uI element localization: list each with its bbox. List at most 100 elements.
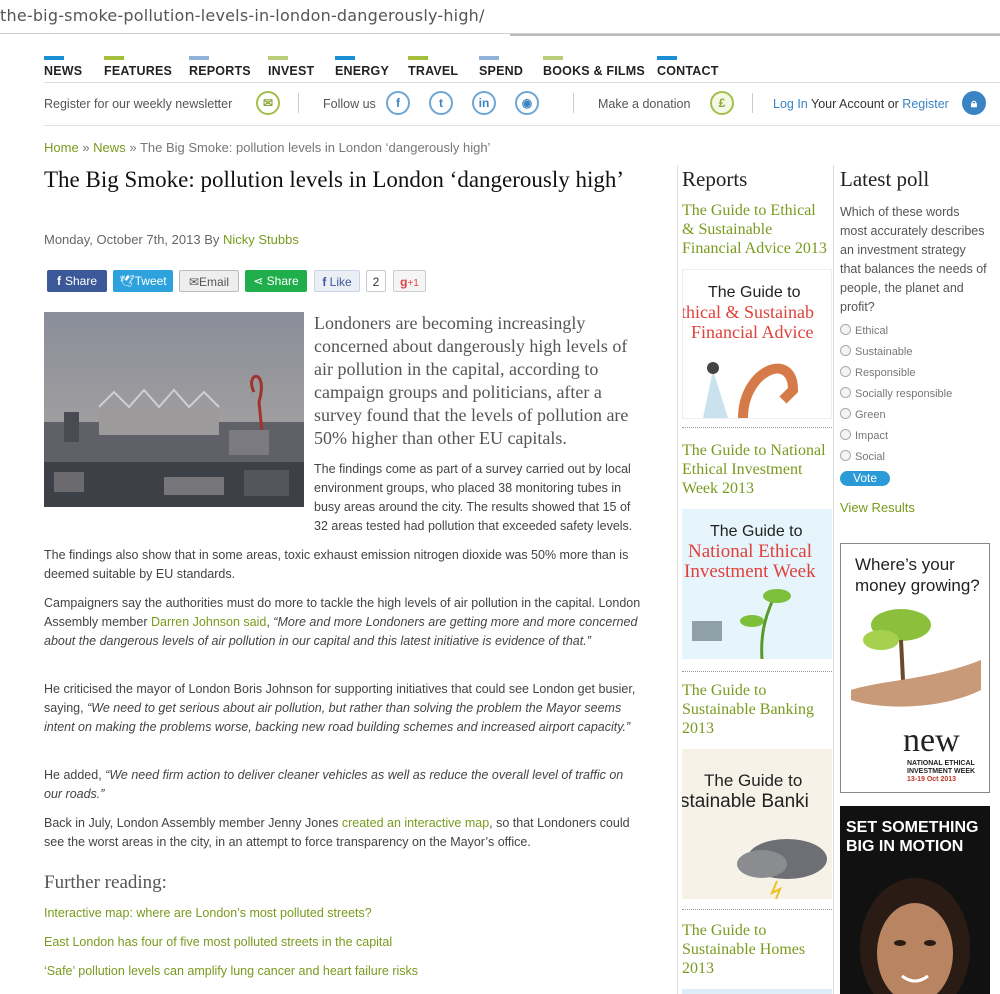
view-results-link[interactable]: View Results	[840, 500, 915, 515]
report-title-link[interactable]: The Guide to National Ethical Investment…	[682, 441, 832, 498]
cover-art	[737, 839, 827, 899]
divider	[682, 427, 832, 428]
article-paragraph-2: The findings also show that in some area…	[44, 548, 629, 581]
tree-in-hands-icon	[851, 609, 981, 707]
nav-bar	[408, 56, 428, 60]
nav-travel[interactable]: TRAVEL	[408, 56, 458, 78]
poll-option[interactable]: Sustainable	[840, 345, 913, 358]
ad-line: BIG IN MOTION	[846, 838, 964, 855]
cover-line: National Ethical	[688, 541, 812, 562]
option-label: Ethical	[855, 325, 889, 337]
nav-news[interactable]: NEWS	[44, 56, 82, 78]
share-button[interactable]: ⋖ Share	[245, 270, 307, 292]
article-paragraph-6: Back in July, London Assembly member Jen…	[44, 814, 644, 852]
tweet-button[interactable]: 🕊︎Tweet	[113, 270, 173, 292]
share-label: Share	[266, 274, 299, 288]
nav-bar	[268, 56, 288, 60]
breadcrumb-news[interactable]: News	[93, 140, 126, 155]
further-reading-link[interactable]: Interactive map: where are London’s most…	[44, 906, 372, 920]
nav-contact[interactable]: CONTACT	[657, 56, 719, 78]
article-paragraph-1a: The findings come as part of a survey ca…	[314, 460, 644, 536]
nav-invest[interactable]: INVEST	[268, 56, 314, 78]
para-text: Back in July, London Assembly member Jen…	[44, 816, 339, 830]
nav-label: CONTACT	[657, 64, 719, 78]
poll-option[interactable]: Socially responsible	[840, 387, 952, 400]
poll-option[interactable]: Social	[840, 450, 885, 463]
ad-line: INVESTMENT WEEK	[907, 768, 976, 775]
poll-option[interactable]: Green	[840, 408, 886, 421]
cover-art	[703, 362, 799, 418]
report-title-link[interactable]: The Guide to Sustainable Homes 2013	[682, 921, 832, 978]
report-title-link[interactable]: The Guide to Sustainable Banking 2013	[682, 681, 832, 738]
ad-sub: NATIONAL ETHICAL INVESTMENT WEEK 13-19 O…	[907, 760, 975, 784]
nav-features[interactable]: FEATURES	[104, 56, 172, 78]
header-rule	[510, 34, 1000, 36]
donation-link[interactable]: Make a donation	[598, 97, 690, 111]
like-label: Like	[329, 275, 352, 289]
radio-button[interactable]	[840, 324, 851, 335]
cover-line: Investment Week	[684, 561, 816, 582]
further-reading-link[interactable]: ‘Safe’ pollution levels can amplify lung…	[44, 964, 418, 978]
vote-button[interactable]: Vote	[840, 471, 890, 486]
ad-line: 13-19 Oct 2013	[907, 776, 957, 783]
poll-heading: Latest poll	[840, 167, 930, 191]
divider	[752, 93, 753, 113]
address-bar[interactable]: the-big-smoke-pollution-levels-in-london…	[0, 0, 1000, 34]
report-cover[interactable]: The Guide to thical & Sustainab Financia…	[682, 269, 832, 419]
divider	[682, 909, 832, 910]
email-share-button[interactable]: ✉Email	[179, 270, 239, 292]
rss-icon[interactable]: ◉	[515, 91, 539, 115]
lock-icon[interactable]: 🔒︎	[962, 91, 986, 115]
google-plus-button[interactable]: g+1	[393, 270, 426, 292]
breadcrumb-home[interactable]: Home	[44, 140, 79, 155]
report-cover[interactable]	[682, 989, 832, 994]
newsletter-link[interactable]: Register for our weekly newsletter	[44, 97, 232, 111]
article-title: The Big Smoke: pollution levels in Londo…	[44, 167, 625, 192]
register-link[interactable]: Register	[902, 97, 949, 111]
report-title-link[interactable]: The Guide to Ethical & Sustainable Finan…	[682, 201, 832, 258]
radio-button[interactable]	[840, 345, 851, 356]
twitter-icon[interactable]: t	[429, 91, 453, 115]
darren-johnson-link[interactable]: Darren Johnson said	[151, 615, 266, 629]
account-label: Your Account or	[811, 97, 899, 111]
donate-icon[interactable]: £	[710, 91, 734, 115]
option-label: Impact	[855, 430, 889, 442]
radio-button[interactable]	[840, 429, 851, 440]
nav-label: ENERGY	[335, 64, 389, 78]
radio-button[interactable]	[840, 387, 851, 398]
login-link[interactable]: Log In	[773, 97, 808, 111]
poll-option[interactable]: Ethical	[840, 324, 888, 337]
further-reading-link[interactable]: East London has four of five most pollut…	[44, 935, 392, 949]
report-cover[interactable]: The Guide to National Ethical Investment…	[682, 509, 832, 659]
nav-books-films[interactable]: BOOKS & FILMS	[543, 56, 645, 78]
author-link[interactable]: Nicky Stubbs	[223, 232, 299, 247]
poll-option[interactable]: Responsible	[840, 366, 916, 379]
nav-spend[interactable]: SPEND	[479, 56, 523, 78]
radio-button[interactable]	[840, 366, 851, 377]
article-meta: Monday, October 7th, 2013 By Nicky Stubb…	[44, 232, 299, 247]
linkedin-icon[interactable]: in	[472, 91, 496, 115]
option-label: Green	[855, 409, 886, 421]
email-icon[interactable]: ✉	[256, 91, 280, 115]
new-ad-banner[interactable]: Where’s your money growing? new NATIONAL…	[840, 543, 990, 793]
facebook-like-button[interactable]: f Like	[314, 270, 360, 292]
para-text: The findings come as part of a survey ca…	[314, 462, 633, 533]
reports-sidebar: Reports The Guide to Ethical & Sustainab…	[677, 165, 834, 994]
nav-reports[interactable]: REPORTS	[189, 56, 251, 78]
tweet-label: Tweet	[134, 274, 167, 288]
radio-button[interactable]	[840, 408, 851, 419]
report-cover[interactable]: The Guide to stainable Banki	[682, 749, 832, 899]
nav-energy[interactable]: ENERGY	[335, 56, 389, 78]
nav-bar	[335, 56, 355, 60]
motion-ad-banner[interactable]: SET SOMETHING BIG IN MOTION	[840, 806, 990, 994]
nav-bar	[189, 56, 209, 60]
article-lead: Londoners are becoming increasingly conc…	[314, 313, 629, 448]
further-reading-heading: Further reading:	[44, 872, 167, 893]
poll-option[interactable]: Impact	[840, 429, 888, 442]
facebook-share-button[interactable]: f Share	[47, 270, 107, 292]
divider	[298, 93, 299, 113]
radio-button[interactable]	[840, 450, 851, 461]
interactive-map-link[interactable]: created an interactive map	[342, 816, 489, 830]
cover-line: The Guide to	[704, 771, 803, 790]
facebook-icon[interactable]: f	[386, 91, 410, 115]
